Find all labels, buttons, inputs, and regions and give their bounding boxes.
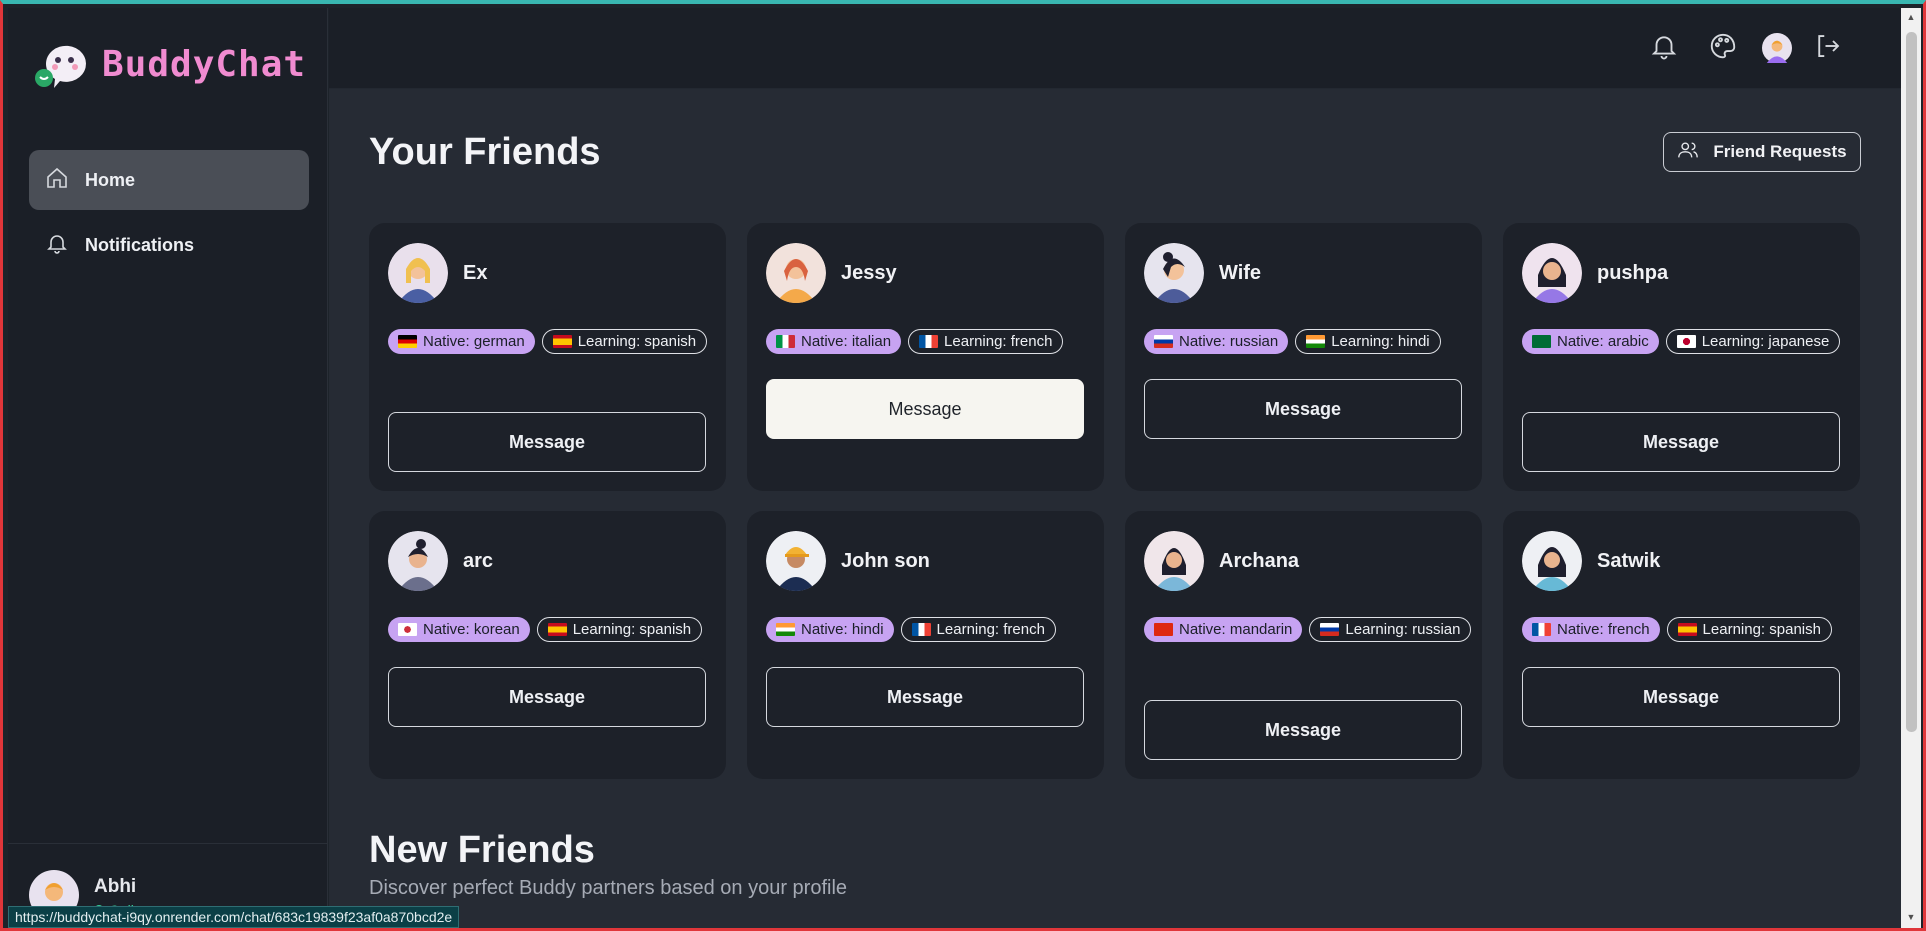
- link-preview-url: https://buddychat-i9qy.onrender.com/chat…: [8, 906, 460, 928]
- native-language-badge: Native: italian: [766, 329, 902, 354]
- saudi-flag-icon: [1532, 335, 1551, 348]
- learning-language-badge: Learning: hindi: [1295, 329, 1441, 354]
- native-language-badge: Native: russian: [1144, 329, 1289, 354]
- home-icon: [45, 166, 69, 195]
- sidebar: BuddyChat Home Notifications Abhi: [8, 8, 328, 929]
- friend-avatar: [388, 531, 448, 591]
- friend-name: Jessy: [841, 261, 897, 284]
- message-button[interactable]: Message: [766, 379, 1084, 439]
- section-title: New Friends: [369, 829, 595, 871]
- message-button[interactable]: Message: [1144, 700, 1462, 760]
- spain-flag-icon: [547, 623, 567, 636]
- friend-avatar: [766, 531, 826, 591]
- native-language-badge: Native: korean: [388, 617, 530, 642]
- learning-language-badge: Learning: french: [900, 617, 1056, 642]
- app-logo[interactable]: BuddyChat: [34, 34, 306, 94]
- message-button[interactable]: Message: [1144, 379, 1462, 439]
- native-language-badge: Native: arabic: [1522, 329, 1659, 354]
- message-button[interactable]: Message: [1522, 412, 1840, 472]
- user-name: Abhi: [94, 876, 137, 897]
- message-button[interactable]: Message: [1522, 667, 1840, 727]
- spain-flag-icon: [1677, 623, 1697, 636]
- palette-icon: [1708, 31, 1738, 66]
- france-flag-icon: [1532, 623, 1551, 636]
- friend-name: Ex: [463, 261, 488, 284]
- china-flag-icon: [1154, 623, 1173, 636]
- scroll-up-arrow-icon[interactable]: ▲: [1906, 12, 1916, 22]
- friend-requests-button[interactable]: Friend Requests: [1663, 132, 1861, 172]
- friend-requests-label: Friend Requests: [1713, 142, 1847, 161]
- users-icon: [1677, 139, 1699, 166]
- friend-card: Wife Native: russian Learning: hindi Mes…: [1125, 223, 1482, 491]
- message-button[interactable]: Message: [388, 412, 706, 472]
- profile-avatar[interactable]: [1755, 26, 1799, 70]
- native-language-badge: Native: hindi: [766, 617, 894, 642]
- native-language-badge: Native: mandarin: [1144, 617, 1303, 642]
- learning-language-badge: Learning: japanese: [1665, 329, 1841, 354]
- sidebar-item-label: Home: [85, 169, 136, 190]
- friend-avatar: [1522, 531, 1582, 591]
- russia-flag-icon: [1320, 623, 1340, 636]
- learning-language-badge: Learning: spanish: [536, 617, 703, 642]
- app-name: BuddyChat: [102, 43, 307, 85]
- message-button[interactable]: Message: [388, 667, 706, 727]
- india-flag-icon: [776, 623, 795, 636]
- logo-icon: [34, 34, 94, 94]
- friend-card: pushpa Native: arabic Learning: japanese…: [1503, 223, 1860, 491]
- friend-card: Archana Native: mandarin Learning: russi…: [1125, 511, 1482, 779]
- scroll-thumb[interactable]: [1906, 32, 1917, 732]
- friend-avatar: [1144, 243, 1204, 303]
- friend-avatar: [766, 243, 826, 303]
- korea-flag-icon: [398, 623, 417, 636]
- logout-icon: [1813, 31, 1843, 66]
- spain-flag-icon: [552, 335, 572, 348]
- friend-name: Archana: [1219, 549, 1300, 572]
- sidebar-item-label: Notifications: [85, 234, 195, 255]
- friend-card: Jessy Native: italian Learning: french M…: [747, 223, 1104, 491]
- sidebar-nav: Home Notifications: [29, 150, 309, 280]
- germany-flag-icon: [398, 335, 417, 348]
- page-title: Your Friends: [369, 131, 601, 173]
- friend-avatar: [1522, 243, 1582, 303]
- learning-language-badge: Learning: spanish: [1666, 617, 1832, 642]
- friend-card: John son Native: hindi Learning: french …: [747, 511, 1104, 779]
- section-subtitle: Discover perfect Buddy partners based on…: [369, 877, 848, 899]
- friend-avatar: [388, 243, 448, 303]
- friend-name: Satwik: [1597, 549, 1661, 572]
- japan-flag-icon: [1676, 335, 1696, 348]
- logout-button[interactable]: [1810, 30, 1846, 66]
- russia-flag-icon: [1154, 335, 1173, 348]
- native-language-badge: Native: german: [388, 329, 535, 354]
- theme-button[interactable]: [1705, 30, 1741, 66]
- friend-card: Satwik Native: french Learning: spanish …: [1503, 511, 1860, 779]
- main-content: Your Friends Friend Requests Ex Native: …: [329, 89, 1901, 931]
- friend-name: pushpa: [1597, 261, 1669, 284]
- learning-language-badge: Learning: russian: [1309, 617, 1472, 642]
- bell-icon: [1649, 31, 1679, 66]
- learning-language-badge: Learning: french: [908, 329, 1064, 354]
- top-bar: [329, 8, 1901, 89]
- sidebar-item-notifications[interactable]: Notifications: [29, 215, 309, 275]
- bell-icon: [45, 231, 69, 260]
- scroll-down-arrow-icon[interactable]: ▼: [1906, 912, 1916, 922]
- learning-language-badge: Learning: spanish: [541, 329, 708, 354]
- sidebar-item-home[interactable]: Home: [29, 150, 309, 210]
- friend-avatar: [1144, 531, 1204, 591]
- friend-name: John son: [841, 549, 930, 572]
- friend-card: Ex Native: german Learning: spanish Mess…: [369, 223, 726, 491]
- france-flag-icon: [911, 623, 931, 636]
- italy-flag-icon: [776, 335, 795, 348]
- france-flag-icon: [919, 335, 939, 348]
- friend-card: arc Native: korean Learning: spanish Mes…: [369, 511, 726, 779]
- friend-name: arc: [463, 549, 494, 572]
- page-scrollbar[interactable]: ▲ ▼: [1901, 8, 1921, 929]
- message-button[interactable]: Message: [766, 667, 1084, 727]
- native-language-badge: Native: french: [1522, 617, 1660, 642]
- notifications-button[interactable]: [1646, 30, 1682, 66]
- friend-name: Wife: [1219, 261, 1262, 284]
- india-flag-icon: [1306, 335, 1326, 348]
